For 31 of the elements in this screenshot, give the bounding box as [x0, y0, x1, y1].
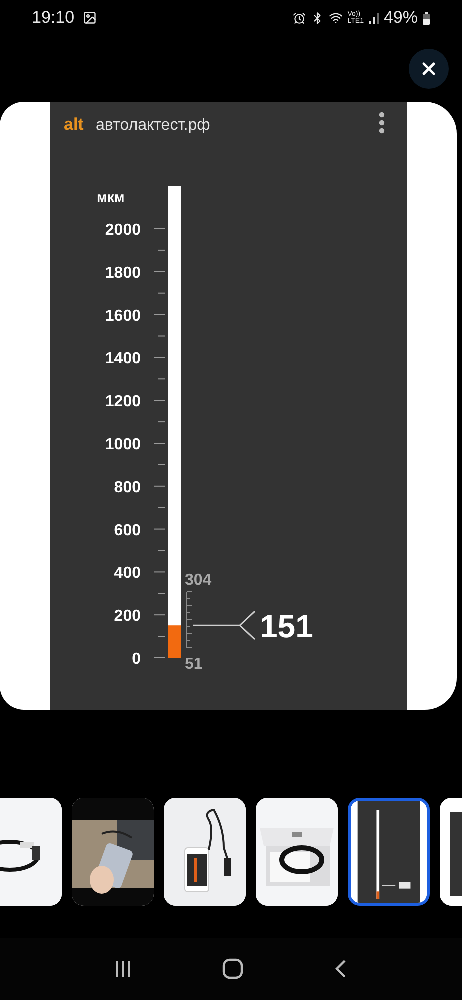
back-icon[interactable] — [334, 959, 347, 979]
scale-label: 200 — [114, 608, 141, 626]
recent-apps-icon[interactable] — [115, 960, 132, 978]
scale-label: 1600 — [105, 308, 141, 325]
scale-label: 1200 — [105, 394, 141, 411]
app-logo: alt — [64, 115, 84, 134]
image-icon — [82, 11, 97, 25]
min-reading: 51 — [185, 656, 203, 673]
scale-label: 1000 — [105, 436, 141, 454]
close-button[interactable] — [409, 49, 449, 89]
reading-value: 151 — [260, 608, 314, 645]
max-reading: 304 — [185, 572, 212, 589]
pointer-line — [192, 610, 256, 640]
scale-label: 800 — [114, 479, 141, 496]
alarm-icon — [292, 12, 306, 24]
scale-label: 600 — [114, 522, 141, 540]
scale-label: 2000 — [105, 222, 141, 239]
signal-icon — [368, 12, 379, 24]
scale-label: 400 — [114, 565, 141, 582]
unit-label: мкм — [97, 189, 125, 205]
app-title: автолактест.рф — [96, 117, 210, 134]
wifi-icon — [328, 11, 343, 25]
fine-tick-marks — [186, 592, 192, 648]
scale-label: 0 — [132, 651, 141, 668]
home-icon[interactable] — [222, 958, 244, 980]
battery-percent: 49% — [384, 7, 418, 30]
scale-label: 1400 — [105, 350, 141, 368]
clock-time: 19:10 — [32, 7, 75, 30]
battery-icon — [423, 12, 430, 24]
scale-label: 1800 — [105, 264, 141, 282]
more-icon[interactable] — [379, 112, 385, 134]
